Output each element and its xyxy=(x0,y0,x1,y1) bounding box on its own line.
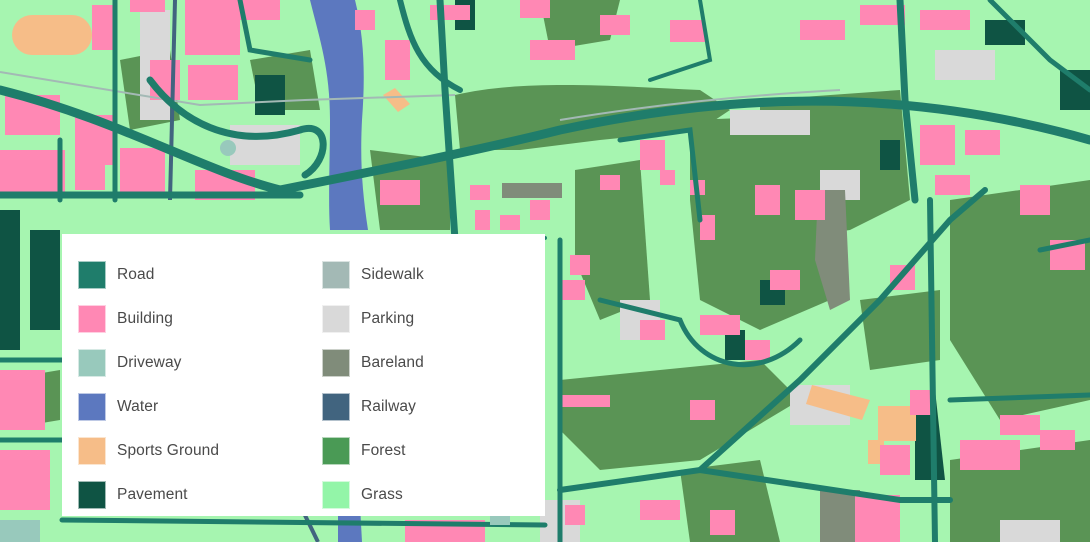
legend-label: Driveway xyxy=(117,354,182,371)
legend-item-pavement: Pavement xyxy=(78,473,219,517)
pavement-swatch xyxy=(78,481,106,509)
parking-swatch xyxy=(322,305,350,333)
legend-item-building: Building xyxy=(78,297,219,341)
legend-label: Building xyxy=(117,310,173,327)
legend-item-parking: Parking xyxy=(322,297,424,341)
legend-item-bareland: Bareland xyxy=(322,341,424,385)
legend-label: Forest xyxy=(361,442,406,459)
water-swatch xyxy=(78,393,106,421)
forest-swatch xyxy=(322,437,350,465)
legend-column-1: Road Building Driveway Water Sports Grou… xyxy=(78,253,219,517)
legend-label: Water xyxy=(117,398,159,415)
sports-ground-swatch xyxy=(78,437,106,465)
railway-swatch xyxy=(322,393,350,421)
legend-item-sports-ground: Sports Ground xyxy=(78,429,219,473)
legend-item-road: Road xyxy=(78,253,219,297)
bareland-swatch xyxy=(322,349,350,377)
legend-item-sidewalk: Sidewalk xyxy=(322,253,424,297)
legend-item-railway: Railway xyxy=(322,385,424,429)
driveway-swatch xyxy=(78,349,106,377)
legend: Road Building Driveway Water Sports Grou… xyxy=(62,234,545,516)
legend-label: Sidewalk xyxy=(361,266,424,283)
building-swatch xyxy=(78,305,106,333)
legend-item-forest: Forest xyxy=(322,429,424,473)
legend-item-water: Water xyxy=(78,385,219,429)
legend-label: Sports Ground xyxy=(117,442,220,459)
legend-label: Parking xyxy=(361,310,415,327)
sidewalk-swatch xyxy=(322,261,350,289)
legend-column-2: Sidewalk Parking Bareland Railway Forest… xyxy=(322,253,424,517)
legend-item-grass: Grass xyxy=(322,473,424,517)
legend-label: Railway xyxy=(361,398,416,415)
legend-label: Grass xyxy=(361,486,403,503)
road-swatch xyxy=(78,261,106,289)
legend-item-driveway: Driveway xyxy=(78,341,219,385)
grass-swatch xyxy=(322,481,350,509)
legend-label: Road xyxy=(117,266,155,283)
legend-label: Pavement xyxy=(117,486,188,503)
legend-label: Bareland xyxy=(361,354,424,371)
